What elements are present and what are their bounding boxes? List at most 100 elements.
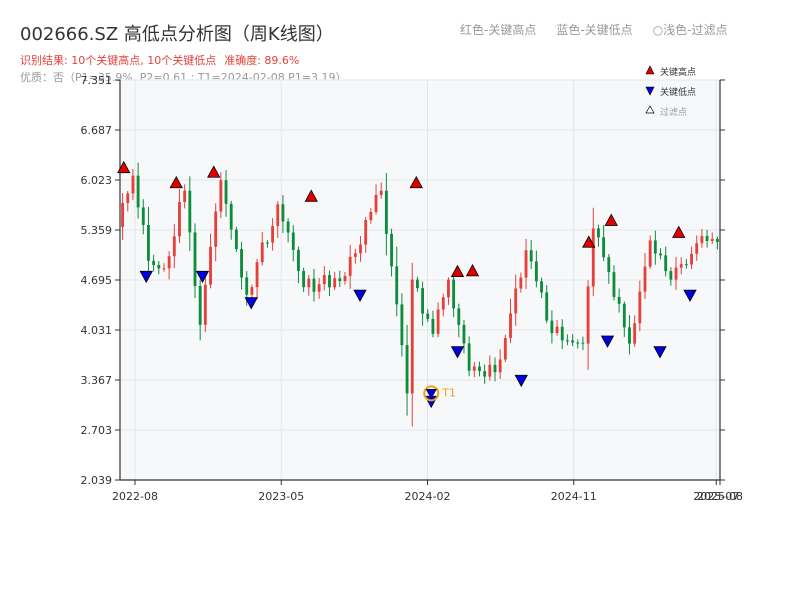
candle-body: [245, 277, 249, 295]
candle-body: [271, 226, 275, 243]
candle-body: [560, 326, 564, 341]
candle-body: [519, 277, 523, 289]
candle-body: [638, 291, 642, 324]
candle-body: [312, 278, 316, 292]
x-tick-label: 2022-08: [112, 490, 158, 503]
y-tick-label: 4.031: [81, 324, 113, 337]
candle-body: [467, 343, 471, 371]
candle-body: [348, 256, 352, 276]
candle-body: [581, 342, 585, 344]
candle-body: [597, 228, 600, 238]
candle-body: [695, 243, 699, 254]
candle-body: [431, 318, 435, 334]
candle-body: [364, 220, 368, 245]
candle-body: [167, 256, 171, 269]
legend-low-label: 关键低点: [660, 86, 696, 98]
candle-body: [586, 286, 590, 344]
candle: [503, 334, 507, 363]
candle-body: [219, 180, 223, 212]
candlestick-chart: 2.039 2.703 3.367 4.031 4.695 5.359 6.023 6.687…: [81, 65, 743, 503]
candle-body: [540, 281, 543, 293]
legend-high-label: 关键高点: [660, 66, 696, 78]
candle-body: [291, 232, 295, 250]
y-tick-label: 6.023: [81, 174, 113, 187]
candle-body: [472, 366, 476, 371]
candle-body: [503, 338, 507, 360]
candle-body: [612, 272, 616, 297]
candle-body: [684, 264, 688, 266]
candle-body: [384, 190, 388, 234]
candle-body: [338, 278, 342, 282]
candle-body: [400, 304, 404, 346]
candle-body: [359, 244, 362, 254]
candle-body: [488, 364, 492, 377]
candle-body: [265, 242, 269, 244]
candle-body: [415, 279, 419, 289]
candle-body: [333, 278, 337, 288]
candle-body: [457, 308, 461, 325]
candle-body: [302, 270, 306, 288]
y-tick-label: 6.687: [81, 124, 113, 137]
candle-body: [198, 285, 202, 325]
candle-body: [224, 180, 228, 204]
candle-body: [576, 342, 580, 344]
candle-body: [209, 246, 212, 285]
candle-body: [162, 268, 166, 270]
candle-body: [193, 232, 197, 286]
candle-body: [483, 371, 487, 377]
candle-body: [307, 278, 311, 288]
candle-body: [514, 288, 518, 314]
t1-label: T1: [441, 386, 456, 399]
candle-body: [322, 275, 326, 285]
candle-body: [136, 175, 140, 208]
candle-body: [462, 324, 466, 344]
candle-body: [452, 279, 456, 309]
candle-body: [121, 202, 125, 227]
y-tick-label: 4.695: [81, 274, 113, 287]
candle-body: [524, 250, 528, 278]
candle-body: [550, 320, 554, 334]
candle-body: [447, 279, 450, 298]
candle-body: [643, 266, 647, 292]
candle-body: [281, 204, 285, 222]
candle-body: [390, 233, 393, 267]
candle-body: [178, 201, 181, 237]
candle-body: [571, 340, 575, 343]
candle-body: [441, 297, 445, 310]
candle-body: [622, 303, 626, 328]
candle-body: [183, 190, 187, 202]
candle-body: [565, 340, 569, 342]
candle-body: [147, 224, 150, 261]
candle-body: [674, 267, 678, 280]
candle-body: [555, 326, 559, 334]
candle-body: [276, 204, 280, 227]
candle-body: [405, 345, 409, 394]
candle-body: [126, 193, 130, 203]
candle-body: [152, 260, 156, 265]
candle-body: [715, 238, 719, 242]
candle-body: [234, 229, 238, 250]
candle-body: [317, 284, 321, 292]
candle-body: [648, 240, 652, 267]
candle-body: [286, 221, 290, 233]
candle-body: [353, 253, 357, 257]
candle-body: [188, 190, 192, 233]
candle-body: [669, 271, 673, 280]
candle-body: [633, 323, 637, 344]
candle-body: [617, 296, 621, 304]
candle-body: [509, 313, 512, 339]
candle-body: [591, 228, 595, 287]
candle-body: [690, 253, 693, 265]
candle-body: [529, 250, 533, 262]
candle-body: [659, 253, 662, 256]
candle-body: [131, 175, 135, 194]
candle-body: [710, 238, 714, 241]
candle-body: [679, 264, 683, 268]
candle-body: [379, 190, 383, 195]
x-tick-label: 2024-11: [551, 490, 597, 503]
candle-body: [700, 235, 704, 244]
candle-body: [260, 242, 264, 263]
candle-body: [172, 236, 176, 257]
candle-body: [478, 366, 481, 372]
candle-body: [410, 279, 414, 394]
